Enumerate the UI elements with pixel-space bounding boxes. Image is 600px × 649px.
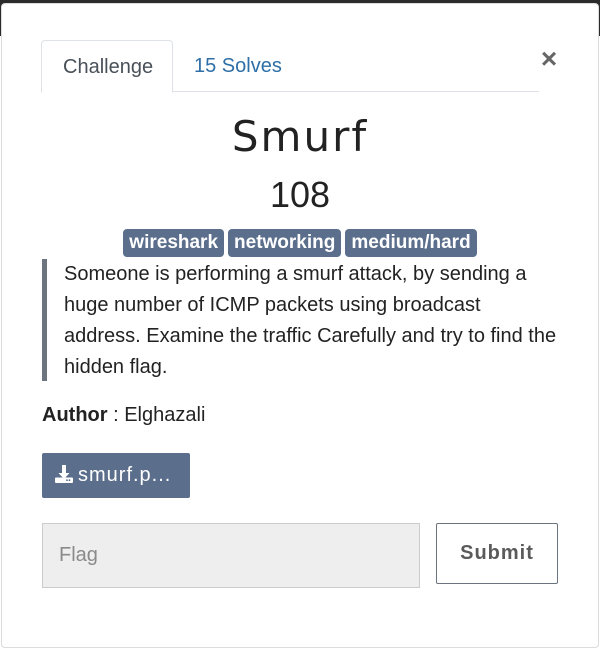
challenge-name: Smurf xyxy=(231,112,369,161)
tag-badge: medium/hard xyxy=(345,229,477,257)
challenge-author: Author : Elghazali xyxy=(42,404,205,427)
tab-solves[interactable]: 15 Solves xyxy=(173,40,303,92)
close-icon[interactable]: × xyxy=(538,44,560,74)
download-icon xyxy=(55,465,73,483)
challenge-tabs: Challenge 15 Solves xyxy=(41,40,539,93)
flag-input[interactable] xyxy=(42,523,420,588)
author-separator: : xyxy=(107,404,125,426)
download-file-label: smurf.p... xyxy=(78,464,172,486)
author-label: Author xyxy=(42,404,108,426)
tag-badge: networking xyxy=(228,229,342,257)
download-file-button[interactable]: smurf.p... xyxy=(42,453,190,498)
challenge-tags: wireshark networking medium/hard xyxy=(0,229,600,257)
tag-badge: wireshark xyxy=(123,229,225,257)
submit-button[interactable]: Submit xyxy=(436,523,558,584)
challenge-value: 108 xyxy=(269,174,331,215)
tab-challenge[interactable]: Challenge xyxy=(41,40,173,93)
author-name: Elghazali xyxy=(124,404,206,426)
challenge-description: Someone is performing a smurf attack, by… xyxy=(42,259,562,381)
